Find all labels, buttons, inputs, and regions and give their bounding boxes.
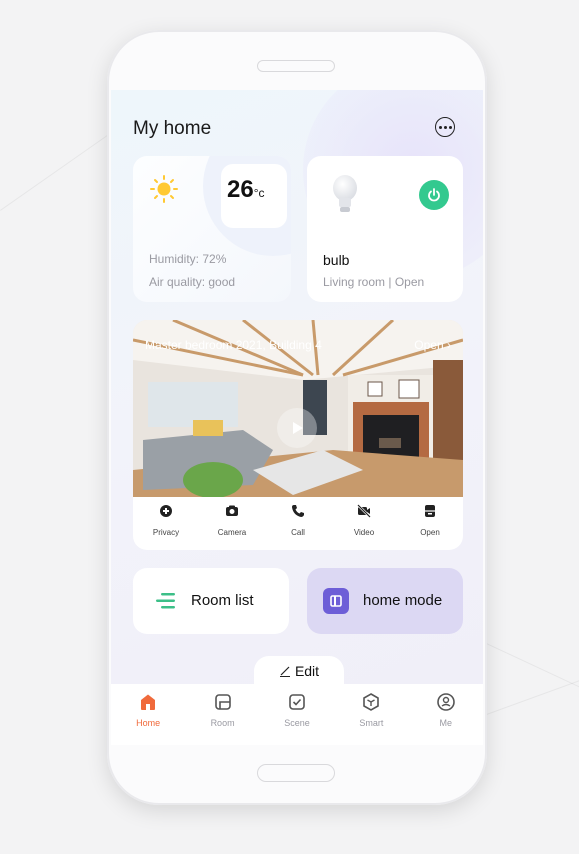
background-line: [0, 129, 116, 211]
phone-speaker: [257, 60, 335, 72]
action-label: Privacy: [152, 528, 180, 537]
home-mode-button[interactable]: home mode: [307, 568, 463, 634]
action-open[interactable]: Open: [400, 504, 460, 540]
camera-title: Master bedroom 2021, Building 4: [145, 338, 322, 352]
tab-home[interactable]: Home: [118, 692, 178, 745]
tab-scene[interactable]: Scene: [267, 692, 327, 745]
temperature-unit: °c: [253, 186, 265, 200]
camera-icon: [226, 505, 238, 516]
camera-open-label: Open: [414, 338, 444, 352]
phone-home-button[interactable]: [257, 764, 335, 782]
video-off-icon: [357, 504, 371, 518]
phone-frame: My home 26°c Humidity: 72% Air quality: …: [107, 30, 487, 805]
edit-icon: [279, 666, 290, 677]
list-icon: [156, 593, 175, 609]
action-label: Open: [420, 528, 440, 537]
tab-smart[interactable]: Smart: [341, 692, 401, 745]
more-icon[interactable]: [435, 117, 455, 137]
action-privacy[interactable]: Privacy: [136, 504, 196, 540]
room-list-label: Room list: [191, 592, 254, 609]
temperature-number: 26: [227, 176, 254, 203]
tab-room[interactable]: Room: [193, 692, 253, 745]
tab-label: Smart: [359, 718, 384, 728]
action-label: Video: [353, 528, 375, 537]
air-quality-text: Air quality: good: [149, 275, 236, 289]
me-icon: [436, 693, 455, 711]
power-icon[interactable]: [419, 180, 449, 210]
scene-icon: [289, 694, 305, 710]
camera-actions: Privacy Camera Call Video Open: [133, 504, 463, 540]
action-camera[interactable]: Camera: [202, 504, 262, 540]
bulb-icon: [333, 175, 357, 212]
page-title: My home: [133, 118, 212, 139]
action-label: Camera: [217, 528, 247, 537]
room-icon: [214, 694, 231, 710]
tab-me[interactable]: Me: [416, 692, 476, 745]
tab-label: Scene: [284, 718, 310, 728]
device-name: bulb: [323, 252, 350, 268]
privacy-icon: [160, 505, 172, 517]
edit-button[interactable]: Edit: [254, 656, 344, 686]
temperature-value: 26°c: [227, 176, 265, 204]
tab-label: Me: [439, 718, 452, 728]
smart-icon: [363, 693, 380, 711]
home-mode-icon: [323, 588, 349, 614]
app-screen: My home 26°c Humidity: 72% Air quality: …: [111, 90, 483, 745]
tab-bar: Home Room Scene Smart Me: [111, 684, 483, 745]
tab-label: Home: [136, 718, 161, 728]
door-icon: [425, 505, 435, 517]
weather-card[interactable]: 26°c Humidity: 72% Air quality: good: [133, 156, 291, 302]
sun-icon: [150, 175, 178, 203]
action-video[interactable]: Video: [334, 504, 394, 540]
home-icon: [141, 694, 156, 710]
action-call[interactable]: Call: [268, 504, 328, 540]
call-icon: [292, 505, 304, 517]
background-line: [479, 640, 579, 688]
room-list-button[interactable]: Room list: [133, 568, 289, 634]
camera-open-link[interactable]: Open ›: [414, 338, 451, 352]
humidity-text: Humidity: 72%: [149, 252, 227, 266]
device-status: Living room | Open: [323, 275, 425, 289]
tab-label: Room: [210, 718, 235, 728]
home-mode-label: home mode: [363, 592, 443, 609]
bulb-device-card[interactable]: bulb Living room | Open: [307, 156, 463, 302]
action-label: Call: [291, 528, 305, 537]
camera-card[interactable]: Master bedroom 2021, Building 4 Open › P…: [133, 320, 463, 550]
play-button[interactable]: [277, 408, 317, 448]
edit-label: Edit: [294, 663, 320, 679]
